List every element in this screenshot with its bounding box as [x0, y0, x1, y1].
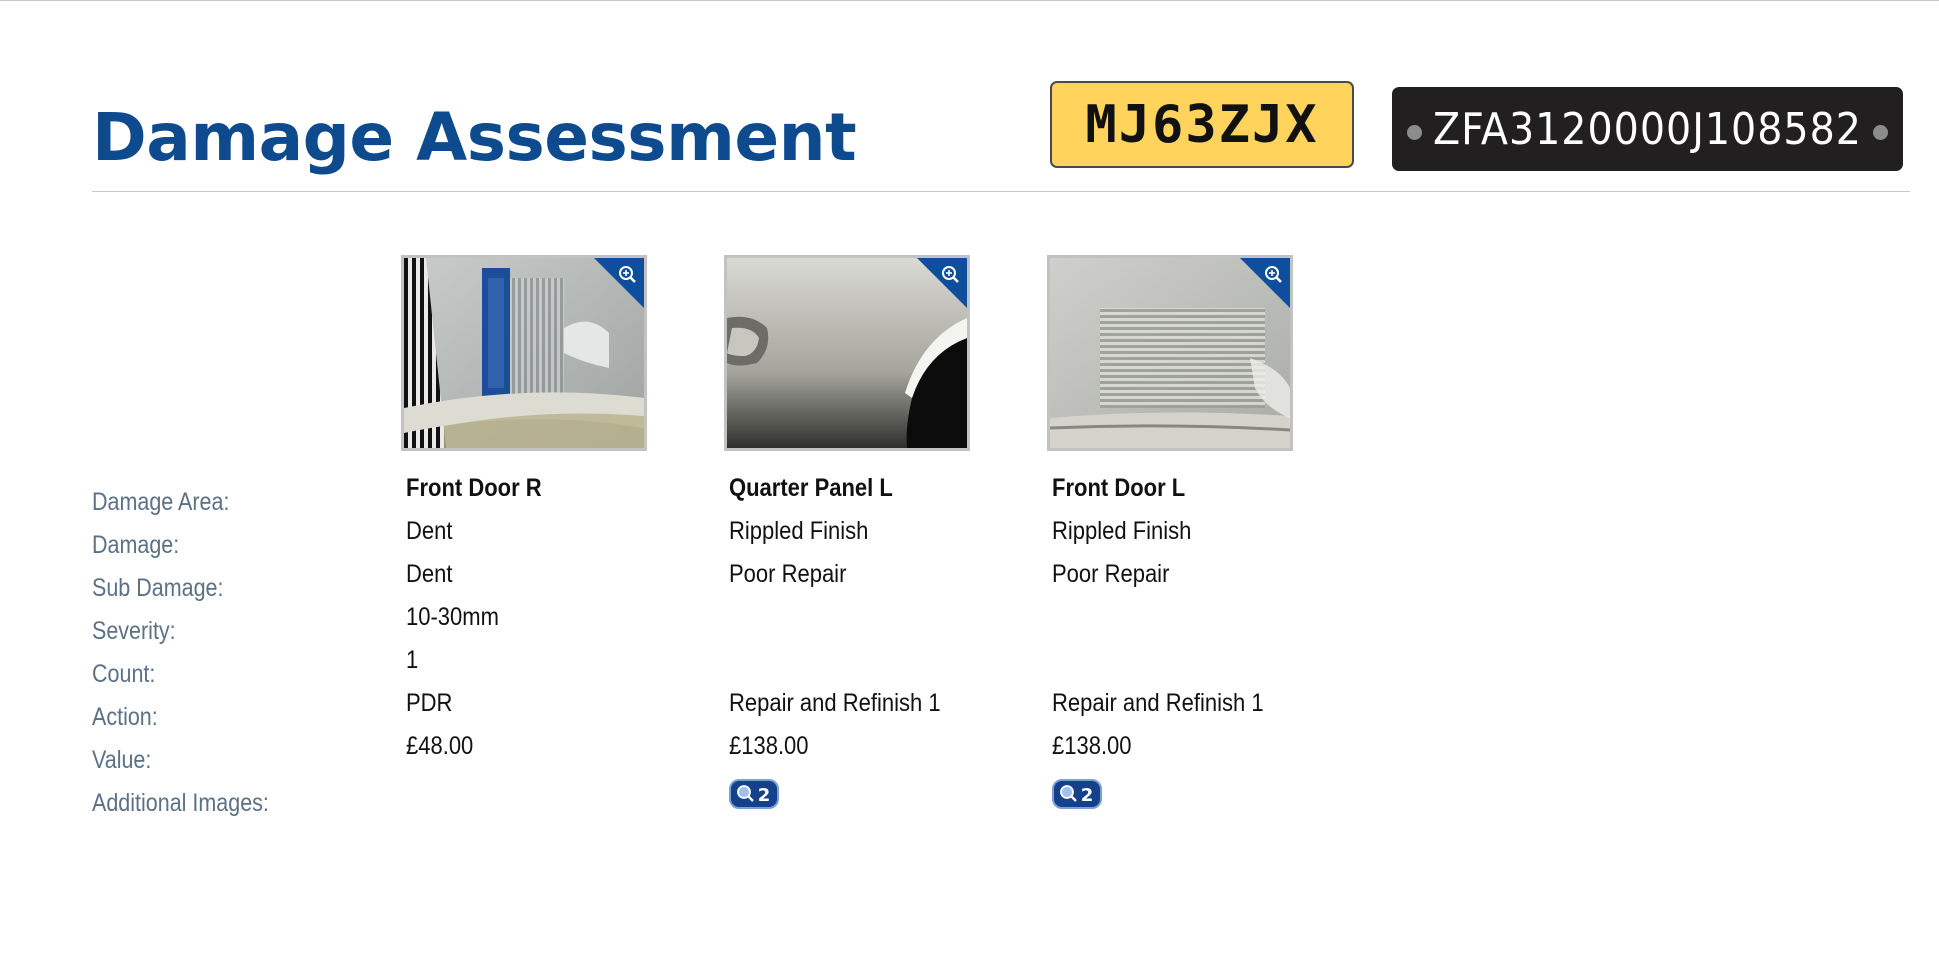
damage-value: Dent — [406, 517, 453, 545]
vin-number: ZFA3120000J108582 — [1433, 103, 1862, 155]
registration-plate: MJ63ZJX — [1050, 81, 1354, 168]
zoom-in-icon[interactable] — [1240, 258, 1290, 308]
damage-card: Front Door L Rippled Finish Poor Repair … — [1047, 255, 1297, 809]
label-value: Value: — [92, 746, 152, 774]
price-value: £48.00 — [406, 732, 474, 760]
label-action: Action: — [92, 703, 158, 731]
label-severity: Severity: — [92, 617, 176, 645]
damage-thumbnail[interactable] — [1047, 255, 1293, 451]
label-count: Count: — [92, 660, 156, 688]
count-value: 1 — [406, 646, 419, 674]
label-sub-damage: Sub Damage: — [92, 574, 224, 602]
damage-details: Front Door L Rippled Finish Poor Repair … — [1052, 467, 1292, 768]
zoom-in-icon[interactable] — [594, 258, 644, 308]
damage-area-value: Quarter Panel L — [729, 474, 893, 502]
additional-images-button[interactable]: 2 — [1052, 779, 1102, 809]
damage-details: Quarter Panel L Rippled Finish Poor Repa… — [729, 467, 969, 768]
count-value — [1052, 639, 1264, 682]
severity-value — [1052, 596, 1264, 639]
action-value: Repair and Refinish 1 — [729, 689, 941, 717]
registration-number: MJ63ZJX — [1085, 94, 1319, 155]
damage-area-value: Front Door L — [1052, 474, 1186, 502]
rivet-icon — [1873, 125, 1888, 140]
additional-images-count: 2 — [758, 785, 771, 806]
label-additional-images: Additional Images: — [92, 789, 269, 817]
damage-thumbnail[interactable] — [724, 255, 970, 451]
damage-details: Front Door R Dent Dent 10-30mm 1 PDR £48… — [406, 467, 560, 768]
damage-card: Front Door R Dent Dent 10-30mm 1 PDR £48… — [401, 255, 651, 760]
damage-card: Quarter Panel L Rippled Finish Poor Repa… — [724, 255, 974, 809]
severity-value: 10-30mm — [406, 603, 499, 631]
additional-images-count: 2 — [1081, 785, 1094, 806]
header-divider — [92, 191, 1910, 192]
label-damage-area: Damage Area: — [92, 488, 230, 516]
damage-thumbnail[interactable] — [401, 255, 647, 451]
zoom-in-icon[interactable] — [917, 258, 967, 308]
label-damage: Damage: — [92, 531, 180, 559]
field-labels: Damage Area: Damage: Sub Damage: Severit… — [92, 481, 298, 825]
price-value: £138.00 — [729, 732, 809, 760]
action-value: Repair and Refinish 1 — [1052, 689, 1264, 717]
action-value: PDR — [406, 689, 453, 717]
count-value — [729, 639, 941, 682]
damage-value: Rippled Finish — [729, 517, 869, 545]
severity-value — [729, 596, 941, 639]
vin-plate: ZFA3120000J108582 — [1392, 87, 1903, 171]
page-title: Damage Assessment — [92, 99, 857, 176]
price-value: £138.00 — [1052, 732, 1132, 760]
sub-damage-value: Dent — [406, 560, 453, 588]
sub-damage-value: Poor Repair — [1052, 560, 1170, 588]
sub-damage-value: Poor Repair — [729, 560, 847, 588]
rivet-icon — [1407, 125, 1422, 140]
damage-value: Rippled Finish — [1052, 517, 1192, 545]
top-divider — [0, 0, 1939, 1]
additional-images-button[interactable]: 2 — [729, 779, 779, 809]
damage-area-value: Front Door R — [406, 474, 542, 502]
